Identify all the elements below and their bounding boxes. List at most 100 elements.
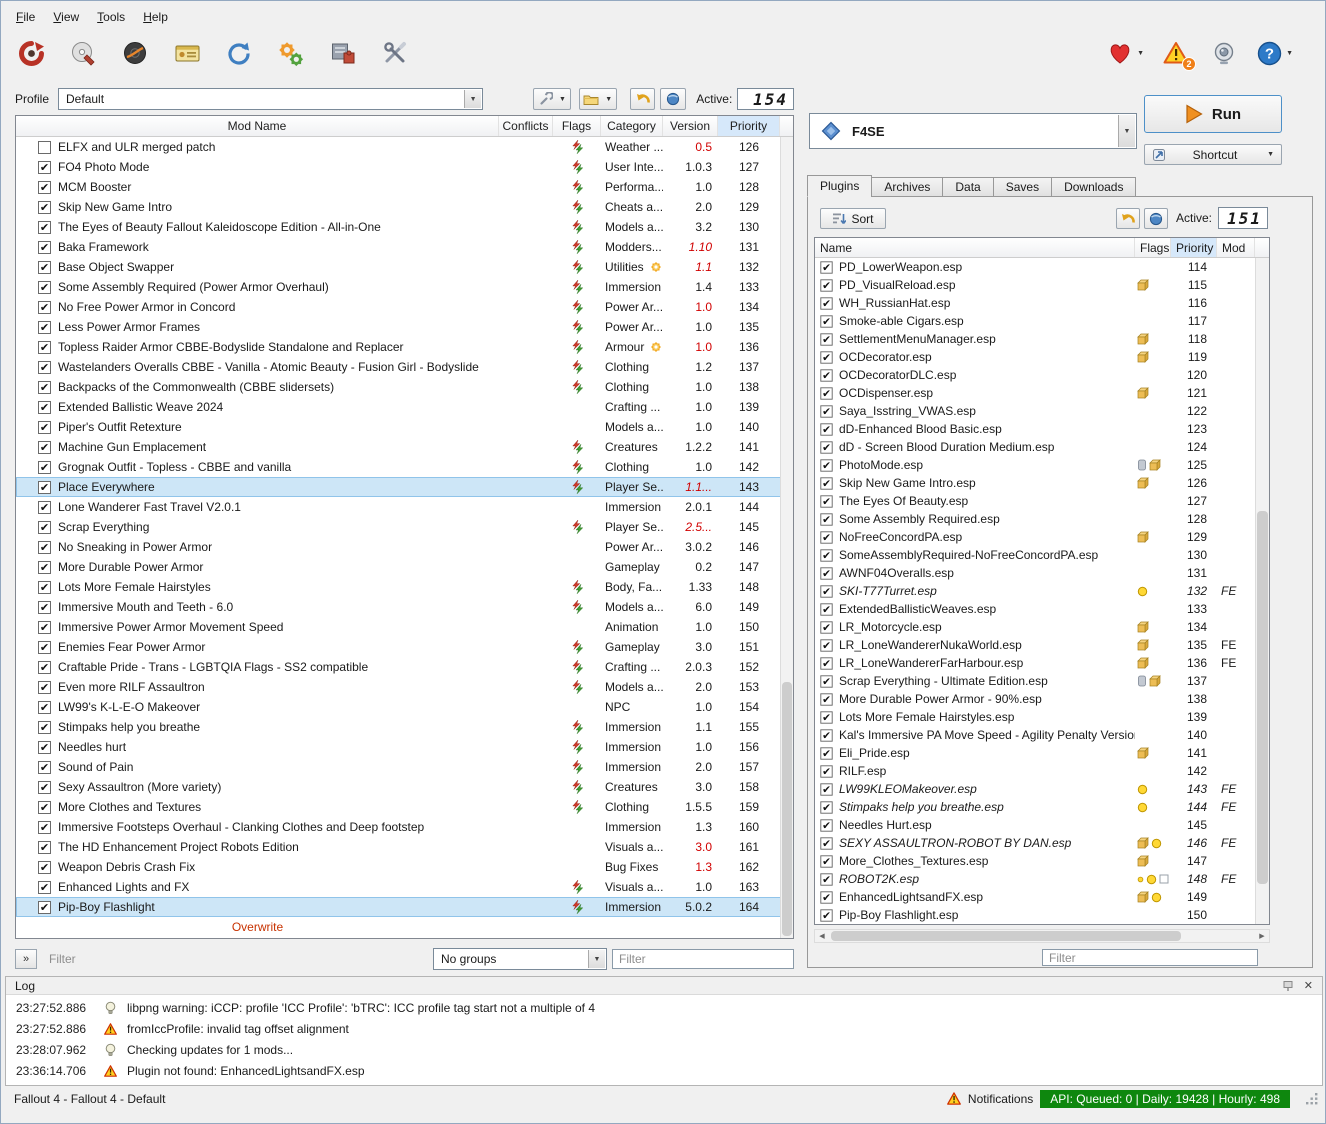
mod-row[interactable]: ✔Backpacks of the Commonwealth (CBBE sli…	[16, 377, 793, 397]
plugin-row[interactable]: ✔More_Clothes_Textures.esp147	[815, 852, 1269, 870]
plugin-enabled-checkbox[interactable]: ✔	[820, 855, 832, 867]
plugin-enabled-checkbox[interactable]: ✔	[820, 657, 832, 669]
mod-enabled-checkbox[interactable]: ✔	[38, 581, 51, 594]
plugin-row[interactable]: ✔PD_VisualReload.esp115	[815, 276, 1269, 294]
mod-column-priority[interactable]: Priority	[718, 116, 780, 136]
plugin-row[interactable]: ✔OCDispenser.esp121	[815, 384, 1269, 402]
mod-row[interactable]: ✔Topless Raider Armor CBBE-Bodyslide Sta…	[16, 337, 793, 357]
mod-enabled-checkbox[interactable]: ✔	[38, 181, 51, 194]
plugin-enabled-checkbox[interactable]: ✔	[820, 531, 832, 543]
mod-enabled-checkbox[interactable]: ✔	[38, 761, 51, 774]
mod-enabled-checkbox[interactable]: ✔	[38, 241, 51, 254]
mod-row[interactable]: ✔Pip-Boy FlashlightImmersion5.0.2164	[16, 897, 793, 917]
mod-row[interactable]: ✔No Free Power Armor in ConcordPower Ar.…	[16, 297, 793, 317]
mod-row[interactable]: ✔Sexy Assaultron (More variety)Creatures…	[16, 777, 793, 797]
mod-row[interactable]: ✔MCM BoosterPerforma...1.0128	[16, 177, 793, 197]
modify-executables-button[interactable]: ▼	[533, 88, 571, 110]
mod-row[interactable]: ✔Scrap EverythingPlayer Se...2.5...145	[16, 517, 793, 537]
mod-column-version[interactable]: Version	[663, 116, 718, 136]
plugin-enabled-checkbox[interactable]: ✔	[820, 711, 832, 723]
plugin-enabled-checkbox[interactable]: ✔	[820, 891, 832, 903]
mod-enabled-checkbox[interactable]: ✔	[38, 621, 51, 634]
plugin-enabled-checkbox[interactable]: ✔	[820, 801, 832, 813]
scroll-left-icon[interactable]: ◀	[815, 930, 829, 942]
profile-select[interactable]: Default ▼	[58, 88, 483, 110]
plugin-enabled-checkbox[interactable]: ✔	[820, 693, 832, 705]
mod-enabled-checkbox[interactable]: ✔	[38, 361, 51, 374]
plugin-row[interactable]: ✔PhotoMode.esp125	[815, 456, 1269, 474]
overwrite-entry[interactable]: Overwrite	[16, 917, 499, 937]
mod-row[interactable]: ✔LW99's K-L-E-O MakeoverNPC1.0154	[16, 697, 793, 717]
plugin-list-scrollbar[interactable]	[1255, 258, 1269, 924]
plugin-row[interactable]: ✔ROBOT2K.esp148FE	[815, 870, 1269, 888]
mod-row[interactable]: ✔Sound of PainImmersion2.0157	[16, 757, 793, 777]
mod-enabled-checkbox[interactable]: ✔	[38, 501, 51, 514]
plugin-enabled-checkbox[interactable]: ✔	[820, 729, 832, 741]
mod-enabled-checkbox[interactable]: ✔	[38, 401, 51, 414]
mod-filter-secondary-input[interactable]	[612, 949, 794, 969]
menu-tools[interactable]: Tools	[88, 7, 134, 27]
mod-row[interactable]: ✔Weapon Debris Crash FixBug Fixes1.3162	[16, 857, 793, 877]
mod-enabled-checkbox[interactable]: ✔	[38, 161, 51, 174]
mod-row[interactable]: ✔Lots More Female HairstylesBody, Fa...1…	[16, 577, 793, 597]
plugin-enabled-checkbox[interactable]: ✔	[820, 675, 832, 687]
plugin-enabled-checkbox[interactable]: ✔	[820, 837, 832, 849]
plugin-enabled-checkbox[interactable]: ✔	[820, 495, 832, 507]
restore-backup-button[interactable]	[630, 88, 656, 110]
scroll-right-icon[interactable]: ▶	[1255, 930, 1269, 942]
plugin-row[interactable]: ✔Smoke-able Cigars.esp117	[815, 312, 1269, 330]
plugin-column-mod[interactable]: Mod	[1217, 238, 1255, 257]
plugin-row[interactable]: ✔SettlementMenuManager.esp118	[815, 330, 1269, 348]
update-check-button[interactable]	[1208, 34, 1240, 72]
menu-file[interactable]: File	[7, 7, 44, 27]
mod-row[interactable]: ✔Wastelanders Overalls CBBE - Vanilla - …	[16, 357, 793, 377]
mod-row[interactable]: ✔Immersive Footsteps Overhaul - Clanking…	[16, 817, 793, 837]
plugin-row[interactable]: ✔OCDecorator.esp119	[815, 348, 1269, 366]
plugin-row[interactable]: ✔PD_LowerWeapon.esp114	[815, 258, 1269, 276]
install-archive-button[interactable]	[67, 34, 99, 72]
mod-column-mod-name[interactable]: Mod Name	[16, 116, 499, 136]
help-button[interactable]: ? ▼	[1256, 34, 1293, 72]
close-icon[interactable]: ✕	[1304, 979, 1313, 992]
plugin-row[interactable]: ✔Stimpaks help you breathe.esp144FE	[815, 798, 1269, 816]
mod-row[interactable]: ✔Piper's Outfit RetextureModels a...1.01…	[16, 417, 793, 437]
plugin-row[interactable]: ✔More Durable Power Armor - 90%.esp138	[815, 690, 1269, 708]
plugin-row[interactable]: ✔NoFreeConcordPA.esp129	[815, 528, 1269, 546]
mod-enabled-checkbox[interactable]: ✔	[38, 461, 51, 474]
plugin-column-priority[interactable]: Priority	[1171, 238, 1217, 257]
mod-row[interactable]: ✔Enhanced Lights and FXVisuals a...1.016…	[16, 877, 793, 897]
scrollbar-thumb[interactable]	[831, 931, 1181, 941]
mod-enabled-checkbox[interactable]	[38, 141, 51, 154]
mod-row[interactable]: ✔Enemies Fear Power ArmorGameplay3.0151	[16, 637, 793, 657]
mod-enabled-checkbox[interactable]: ✔	[38, 801, 51, 814]
mod-row[interactable]: ✔No Sneaking in Power ArmorPower Ar...3.…	[16, 537, 793, 557]
plugin-enabled-checkbox[interactable]: ✔	[820, 351, 832, 363]
mod-row[interactable]: ✔Stimpaks help you breatheImmersion1.115…	[16, 717, 793, 737]
mod-enabled-checkbox[interactable]: ✔	[38, 781, 51, 794]
mod-enabled-checkbox[interactable]: ✔	[38, 881, 51, 894]
group-by-select[interactable]: No groups ▼	[433, 948, 607, 970]
mod-enabled-checkbox[interactable]: ✔	[38, 561, 51, 574]
modify-tools-button[interactable]	[327, 34, 359, 72]
plugin-enabled-checkbox[interactable]: ✔	[820, 315, 832, 327]
mod-row[interactable]: ✔Immersive Power Armor Movement SpeedAni…	[16, 617, 793, 637]
executable-select[interactable]: F4SE ▼	[809, 113, 1137, 149]
plugin-row[interactable]: ✔ExtendedBallisticWeaves.esp133	[815, 600, 1269, 618]
plugin-row[interactable]: ✔LR_Motorcycle.esp134	[815, 618, 1269, 636]
menu-view[interactable]: View	[44, 7, 88, 27]
plugin-enabled-checkbox[interactable]: ✔	[820, 621, 832, 633]
plugin-enabled-checkbox[interactable]: ✔	[820, 369, 832, 381]
mod-column-conflicts[interactable]: Conflicts	[499, 116, 553, 136]
plugin-column-name[interactable]: Name	[815, 238, 1135, 257]
plugin-row[interactable]: ✔Scrap Everything - Ultimate Edition.esp…	[815, 672, 1269, 690]
mod-enabled-checkbox[interactable]: ✔	[38, 301, 51, 314]
plugin-row[interactable]: ✔Kal's Immersive PA Move Speed - Agility…	[815, 726, 1269, 744]
mod-enabled-checkbox[interactable]: ✔	[38, 261, 51, 274]
mod-enabled-checkbox[interactable]: ✔	[38, 521, 51, 534]
plugin-enabled-checkbox[interactable]: ✔	[820, 513, 832, 525]
plugin-row[interactable]: ✔Saya_Isstring_VWAS.esp122	[815, 402, 1269, 420]
profile-card-button[interactable]	[171, 34, 203, 72]
mod-enabled-checkbox[interactable]: ✔	[38, 701, 51, 714]
plugin-enabled-checkbox[interactable]: ✔	[820, 297, 832, 309]
mod-filter-input[interactable]	[42, 949, 428, 969]
